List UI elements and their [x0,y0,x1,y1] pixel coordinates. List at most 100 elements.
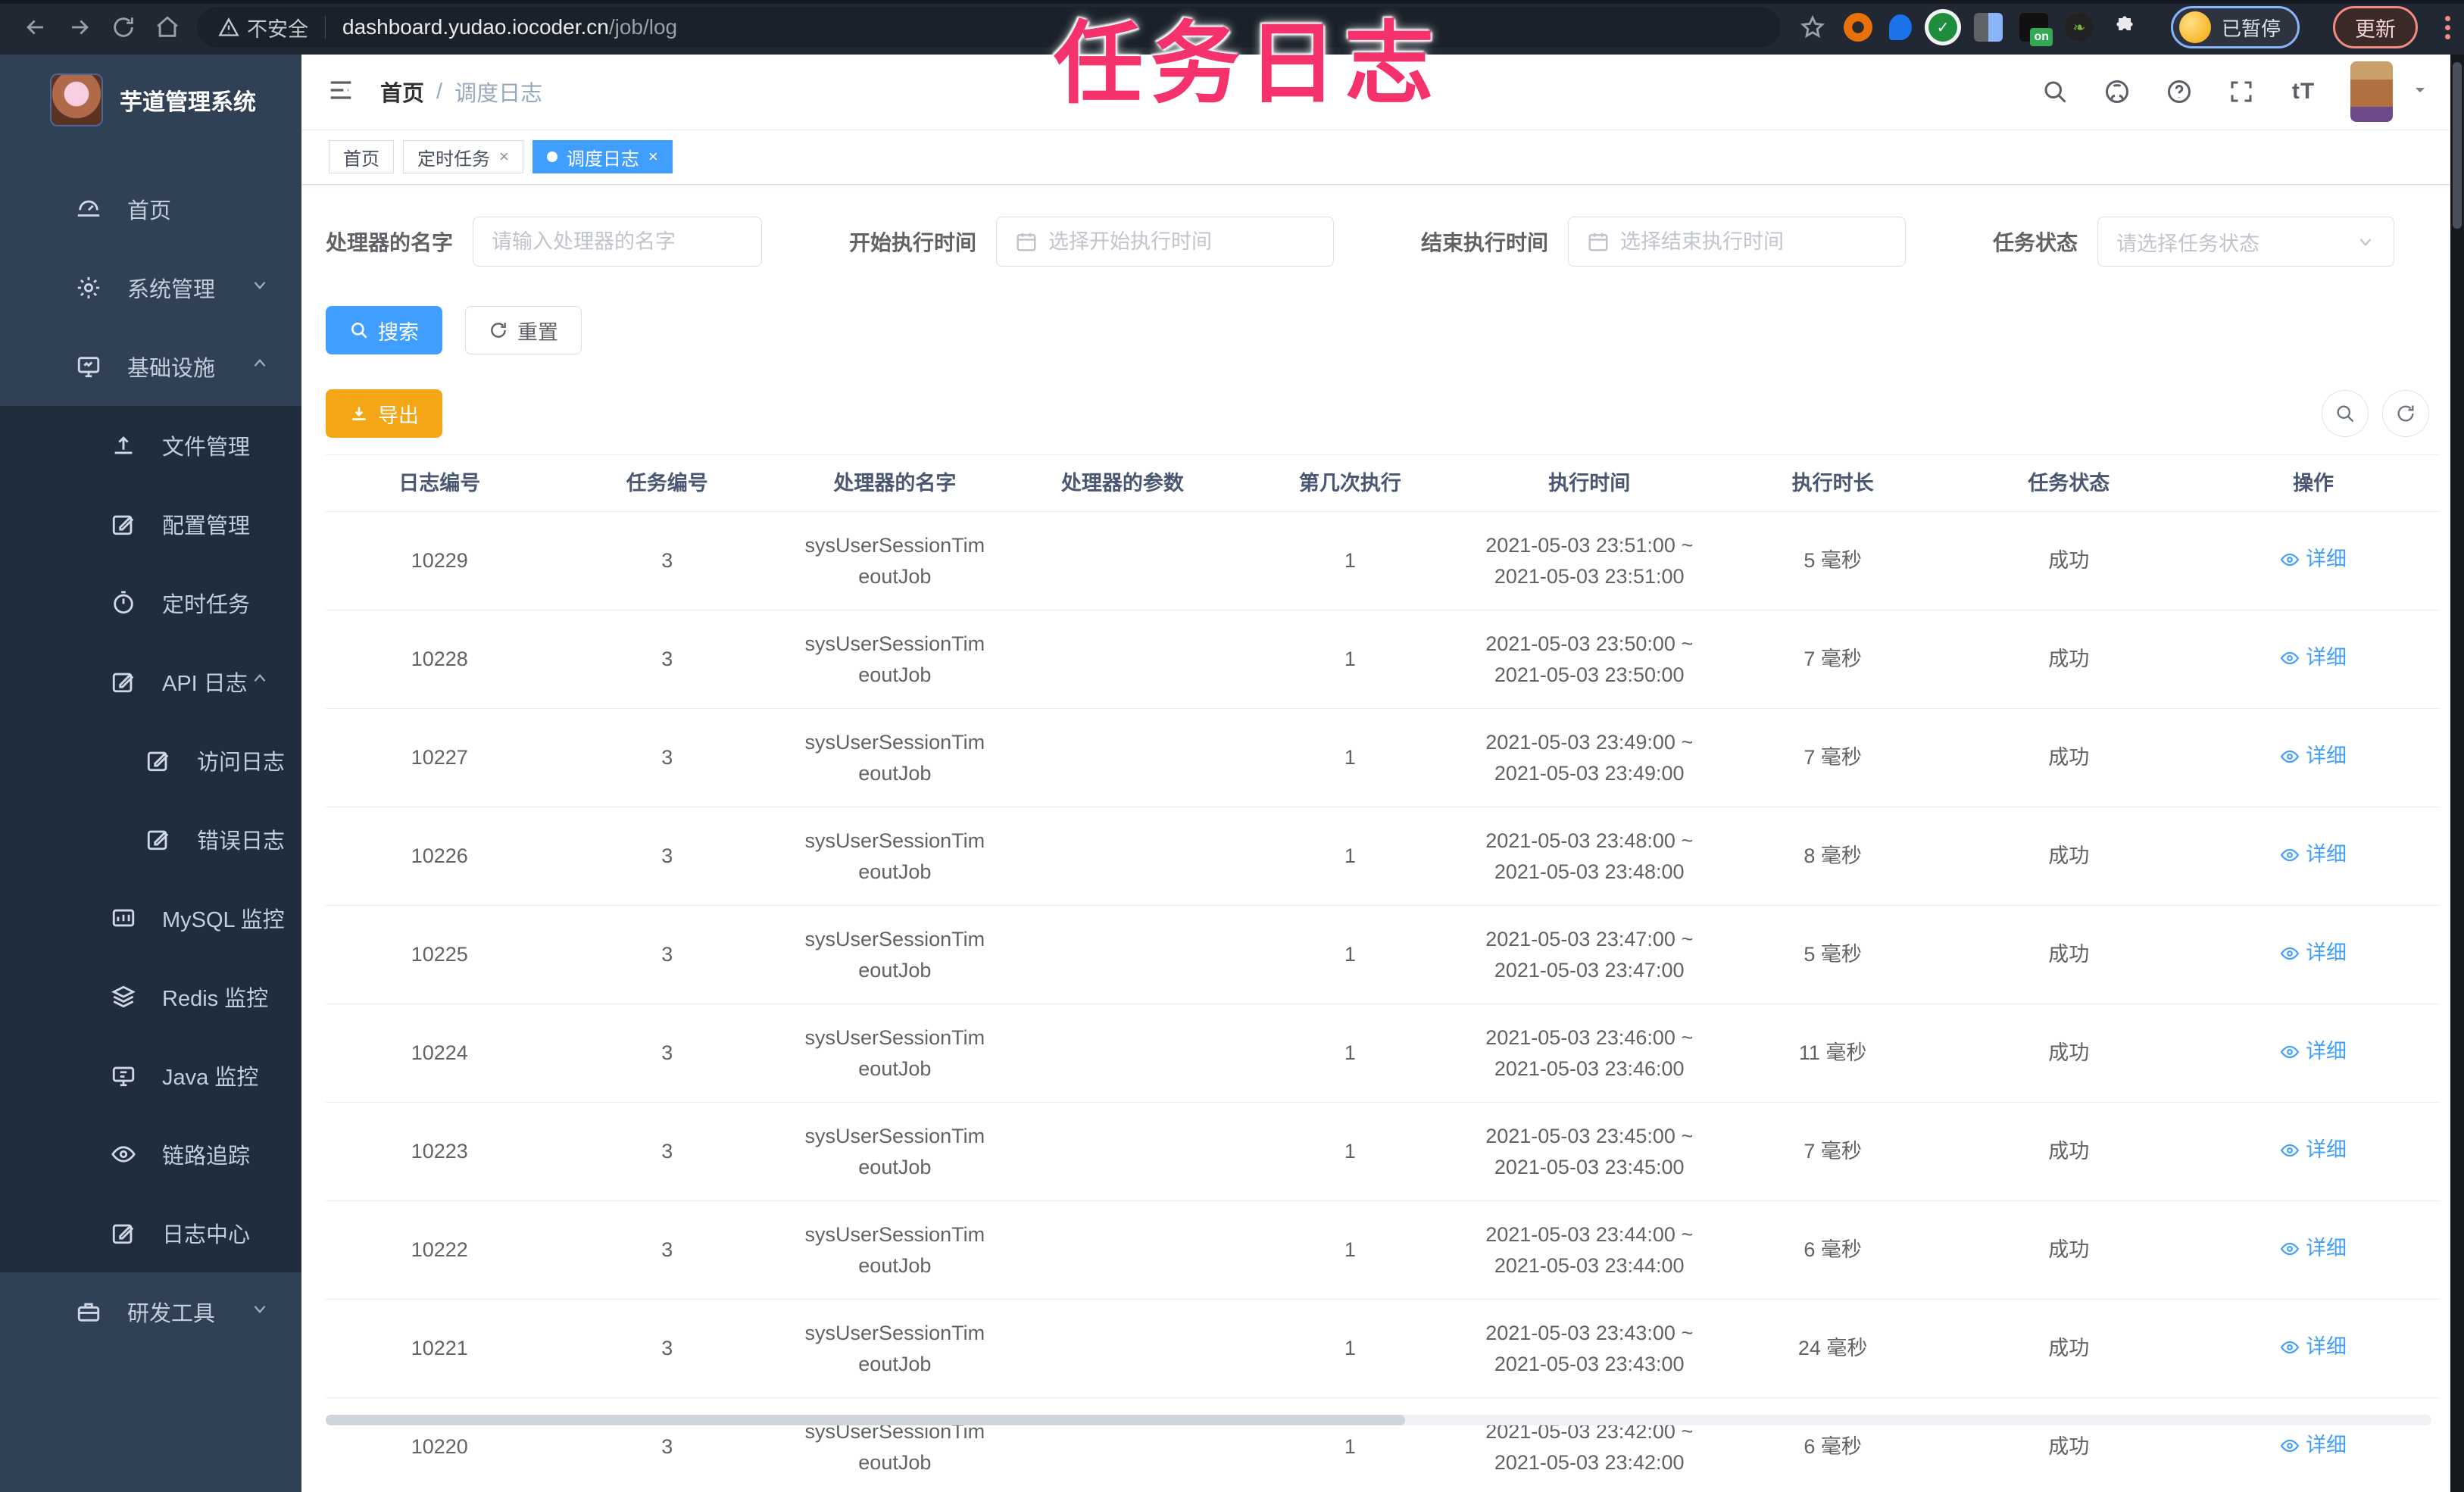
github-icon[interactable] [2102,76,2132,107]
sidebar-item-6[interactable]: API 日志 [0,642,301,721]
sidebar-item-9[interactable]: MySQL 监控 [0,879,301,957]
detail-link[interactable]: 详细 [2280,938,2347,969]
sidebar-item-11[interactable]: Java 监控 [0,1036,301,1115]
sidebar-item-1[interactable]: 系统管理 [0,248,301,327]
status-select[interactable]: 请选择任务状态 [2097,217,2394,267]
not-secure-warning[interactable]: 不安全 [218,13,308,42]
handler-name-cell: sysUserSessionTim eoutJob [804,1419,985,1474]
tag-2[interactable]: 调度日志 × [532,140,673,174]
actions-cell: 详细 [2187,839,2440,874]
vertical-scrollbar-thumb[interactable] [2453,62,2462,229]
sidebar-item-4[interactable]: 配置管理 [0,485,301,563]
extension-orange-icon[interactable] [1843,13,1872,42]
log-id-cell: 10226 [411,844,468,868]
horizontal-scrollbar-thumb[interactable] [326,1415,1405,1425]
export-button[interactable]: 导出 [326,389,442,439]
chevron-down-icon[interactable] [2411,81,2429,103]
fullscreen-icon[interactable] [2226,76,2256,107]
exec-time-cell: 2021-05-03 23:45:00 ~2021-05-03 23:45:00 [1485,1124,1694,1178]
handler-input[interactable] [492,229,744,254]
sidebar-item-7[interactable]: 访问日志 [0,721,301,800]
sidebar-logo-row[interactable]: 芋道管理系统 [0,55,301,133]
detail-link[interactable]: 详细 [2280,1233,2347,1264]
detail-link[interactable]: 详细 [2280,1430,2347,1461]
detail-link[interactable]: 详细 [2280,741,2347,772]
detail-link[interactable]: 详细 [2280,642,2347,673]
detail-link[interactable]: 详细 [2280,839,2347,870]
end-time-input[interactable] [1619,229,1887,254]
reload-icon[interactable] [101,5,145,49]
column-header-8: 操作 [2293,471,2334,495]
home-icon[interactable] [145,5,189,49]
sidebar-item-label: 配置管理 [162,514,251,538]
page: 不安全 dashboard.yudao.iocoder.cn/job/log ✓… [0,0,2464,1492]
detail-link[interactable]: 详细 [2280,1331,2347,1362]
search-icon[interactable] [2040,76,2070,107]
start-time-input-wrap [996,217,1334,267]
handler-input-wrap [473,217,763,267]
duration-cell: 6 毫秒 [1803,1435,1862,1459]
close-icon[interactable]: × [499,147,509,167]
help-icon[interactable] [2164,76,2194,107]
sidebar-item-2[interactable]: 基础设施 [0,327,301,406]
handler-label: 处理器的名字 [326,231,454,255]
nth-exec-cell: 1 [1344,1337,1356,1360]
toggle-search-icon[interactable] [2322,390,2369,438]
sidebar-item-3[interactable]: 文件管理 [0,406,301,485]
app-title: 芋道管理系统 [120,90,256,115]
back-icon[interactable] [14,5,58,49]
horizontal-scrollbar[interactable] [326,1415,2431,1425]
sidebar-item-14[interactable]: 研发工具 [0,1272,301,1351]
address-bar[interactable]: 不安全 dashboard.yudao.iocoder.cn/job/log [197,7,1780,48]
profile-paused-badge[interactable]: 已暂停 [2170,6,2300,48]
forward-icon[interactable] [58,5,101,49]
hamburger-icon[interactable] [326,75,359,108]
filter-form: 处理器的名字 开始执行时间 [326,217,2440,267]
vertical-scrollbar[interactable] [2450,55,2464,1492]
tag-0[interactable]: 首页 [329,140,394,174]
status-label: 任务状态 [1992,231,2078,255]
breadcrumb-current: 调度日志 [454,82,543,107]
detail-link[interactable]: 详细 [2280,1036,2347,1067]
user-avatar[interactable] [2350,61,2393,123]
log-id-cell: 10224 [411,1041,468,1065]
breadcrumb-home[interactable]: 首页 [380,76,424,108]
detail-link[interactable]: 详细 [2280,544,2347,575]
table-tools [2322,390,2429,438]
detail-link[interactable]: 详细 [2280,1135,2347,1166]
sidebar-item-label: API 日志 [162,672,248,696]
browser-toolbar: 不安全 dashboard.yudao.iocoder.cn/job/log ✓… [0,0,2464,55]
extension-switch-icon[interactable]: on [2019,13,2053,46]
table-header-row: 日志编号 任务编号 处理器的名字 处理器的参数 第几次执行 执行时间 执行时长 任务状态 操作 [326,454,2440,513]
sidebar-item-8[interactable]: 错误日志 [0,800,301,879]
extension-leaf-icon[interactable]: ❧ [2064,13,2094,42]
refresh-icon[interactable] [2382,390,2429,438]
start-time-input[interactable] [1048,229,1315,254]
column-header-2: 处理器的名字 [833,471,957,495]
browser-menu-icon[interactable] [2445,15,2450,39]
search-button[interactable]: 搜索 [326,306,442,355]
sidebar-item-10[interactable]: Redis 监控 [0,957,301,1036]
extension-green-icon[interactable]: ✓ [1928,13,1957,42]
browser-update-button[interactable]: 更新 [2333,6,2418,48]
extension-drop-icon[interactable] [1888,14,1912,40]
table-row: 10222 3 sysUserSessionTim eoutJob 1 2021-05-0… [326,1201,2440,1300]
handler-name-cell: sysUserSessionTim eoutJob [804,730,985,785]
sidebar-item-13[interactable]: 日志中心 [0,1194,301,1272]
sidebar-item-5[interactable]: 定时任务 [0,563,301,642]
bookmark-star-icon[interactable] [1798,13,1827,42]
close-icon[interactable]: × [648,147,658,167]
job-log-table: 日志编号 任务编号 处理器的名字 处理器的参数 第几次执行 执行时间 执行时长 任务状态 操作 … [326,454,2440,1492]
extension-grid-icon[interactable] [1973,13,2003,42]
extensions-puzzle-icon[interactable] [2110,13,2139,42]
filter-actions: 搜索 重置 [326,306,2440,355]
sidebar-item-12[interactable]: 链路追踪 [0,1115,301,1194]
tag-1[interactable]: 定时任务 × [403,140,523,174]
dashboard-icon [76,196,101,222]
reset-button[interactable]: 重置 [465,306,582,355]
sidebar-item-0[interactable]: 首页 [0,170,301,248]
tag-label: 定时任务 [417,148,490,170]
detail-label: 详细 [2306,646,2347,670]
task-id-cell: 3 [661,746,673,769]
font-size-icon[interactable]: tT [2288,76,2319,107]
